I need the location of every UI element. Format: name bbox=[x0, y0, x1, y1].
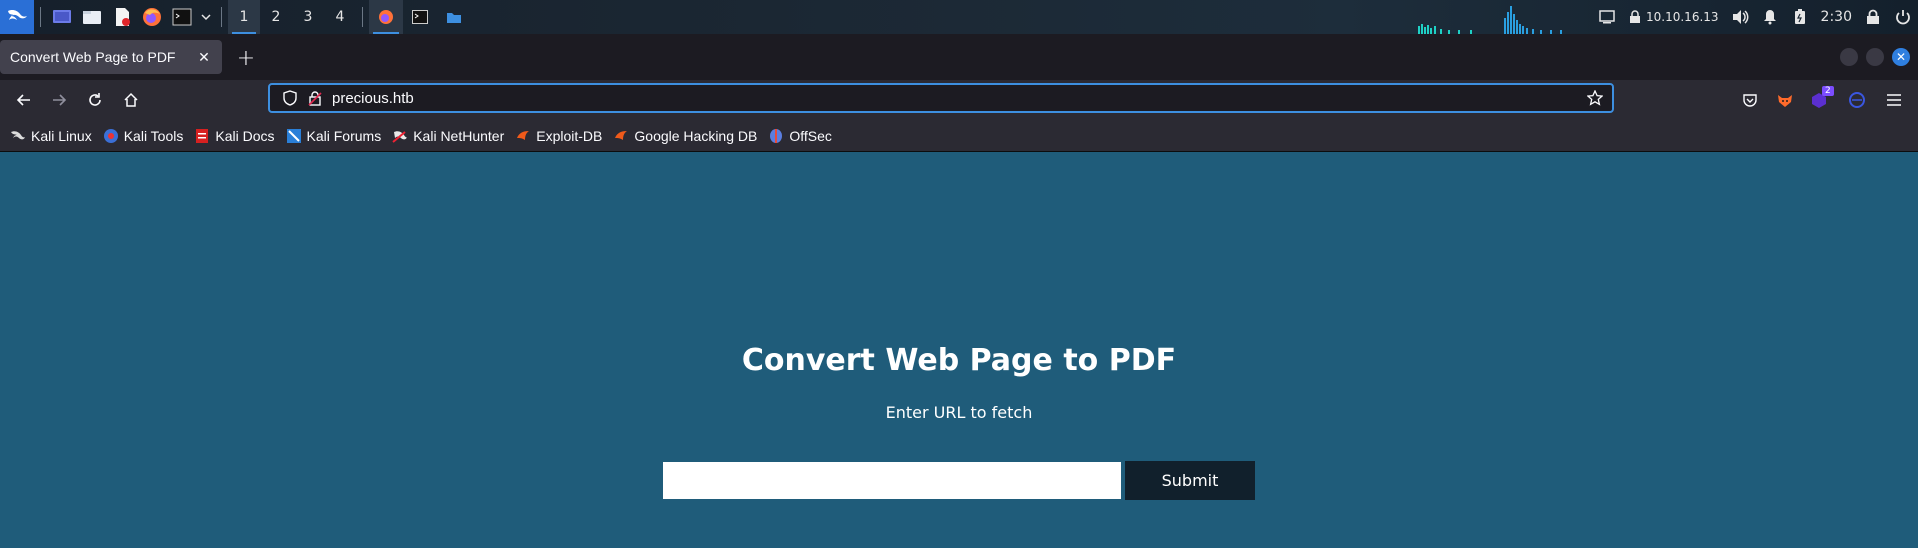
text-editor-icon[interactable] bbox=[107, 0, 137, 34]
workspace-1[interactable]: 1 bbox=[228, 0, 260, 34]
workspace-label: 4 bbox=[335, 9, 345, 25]
desktop-icon[interactable] bbox=[47, 0, 77, 34]
home-button[interactable] bbox=[115, 84, 147, 116]
kali-forums-icon bbox=[286, 128, 302, 144]
pocket-button[interactable] bbox=[1733, 84, 1767, 116]
kali-tools-icon bbox=[103, 128, 119, 144]
terminal-icon[interactable] bbox=[167, 0, 197, 34]
bookmark-kali-forums[interactable]: Kali Forums bbox=[286, 127, 382, 144]
system-panel: 1 2 3 4 10.10.16.13 2:30 bbox=[0, 0, 1918, 34]
taskbar-terminal[interactable] bbox=[403, 0, 437, 34]
fox-extension-icon bbox=[1778, 95, 1792, 107]
arrow-left-icon bbox=[16, 94, 30, 106]
tracking-protection-shield-icon[interactable] bbox=[276, 90, 304, 106]
insecure-lock-icon[interactable] bbox=[304, 90, 326, 106]
network-activity-graph bbox=[1418, 6, 1562, 34]
firefox-icon bbox=[379, 10, 393, 24]
notifications-bell-icon[interactable] bbox=[1755, 0, 1785, 34]
workspace-3[interactable]: 3 bbox=[292, 0, 324, 34]
bookmark-label: Kali Forums bbox=[306, 127, 382, 144]
forward-button[interactable] bbox=[43, 84, 75, 116]
logout-icon[interactable] bbox=[1888, 0, 1918, 34]
workspace-2[interactable]: 2 bbox=[260, 0, 292, 34]
file-manager-icon[interactable] bbox=[77, 0, 107, 34]
maximize-button[interactable] bbox=[1866, 48, 1884, 66]
bookmark-label: Kali NetHunter bbox=[413, 127, 505, 144]
arrow-right-icon bbox=[53, 94, 67, 106]
panel-separator bbox=[221, 7, 222, 27]
close-tab-icon[interactable]: ✕ bbox=[196, 49, 212, 65]
kali-docs-icon bbox=[194, 128, 210, 144]
reload-icon bbox=[89, 93, 101, 106]
vpn-ip-address: 10.10.16.13 bbox=[1646, 10, 1719, 24]
taskbar-firefox[interactable] bbox=[369, 0, 403, 34]
bookmark-exploit-db[interactable]: Exploit-DB bbox=[515, 128, 602, 144]
page-subtitle: Enter URL to fetch bbox=[885, 403, 1033, 422]
hamburger-menu-icon bbox=[1887, 94, 1901, 106]
fetch-url-input[interactable] bbox=[663, 462, 1121, 499]
bookmark-label: Kali Docs bbox=[215, 127, 275, 144]
kali-menu-icon[interactable] bbox=[0, 0, 34, 34]
foxyproxy-extension-button[interactable] bbox=[1768, 84, 1802, 116]
app-menu-button[interactable] bbox=[1877, 84, 1911, 116]
tab-title: Convert Web Page to PDF bbox=[10, 49, 176, 65]
display-icon[interactable] bbox=[1592, 0, 1622, 34]
firefox-icon[interactable] bbox=[137, 0, 167, 34]
clock[interactable]: 2:30 bbox=[1815, 0, 1858, 34]
page-title: Convert Web Page to PDF bbox=[741, 343, 1177, 378]
panel-separator bbox=[40, 7, 41, 27]
new-tab-button[interactable]: + bbox=[232, 44, 260, 72]
bookmark-label: Google Hacking DB bbox=[634, 127, 758, 144]
bookmark-star-icon[interactable] bbox=[1578, 90, 1612, 106]
bookmark-label: Kali Linux bbox=[31, 127, 92, 144]
ghdb-icon bbox=[613, 128, 629, 144]
system-tray: 10.10.16.13 2:30 bbox=[1592, 0, 1918, 34]
workspace-label: 3 bbox=[303, 9, 313, 25]
bookmark-kali-docs[interactable]: Kali Docs bbox=[194, 127, 275, 144]
home-icon bbox=[124, 92, 138, 107]
back-button[interactable] bbox=[8, 84, 40, 116]
volume-icon[interactable] bbox=[1725, 0, 1755, 34]
kali-dragon-icon bbox=[10, 128, 26, 144]
bookmark-label: Kali Tools bbox=[123, 127, 184, 144]
extension-badge: 2 bbox=[1822, 86, 1834, 96]
bookmark-google-hacking-db[interactable]: Google Hacking DB bbox=[613, 128, 757, 144]
battery-icon[interactable] bbox=[1785, 0, 1815, 34]
panel-separator bbox=[362, 7, 363, 27]
globe-extension-icon bbox=[1849, 92, 1865, 108]
tab-active[interactable]: Convert Web Page to PDF ✕ bbox=[0, 40, 222, 74]
nethunter-icon bbox=[392, 128, 408, 144]
terminal-icon bbox=[412, 10, 428, 24]
window-controls: ✕ bbox=[1840, 48, 1910, 66]
extension-button[interactable]: 2 bbox=[1802, 84, 1836, 116]
reload-button[interactable] bbox=[79, 84, 111, 116]
minimize-button[interactable] bbox=[1840, 48, 1858, 66]
bookmark-label: Exploit-DB bbox=[536, 127, 603, 144]
bookmark-kali-linux[interactable]: Kali Linux bbox=[10, 128, 92, 144]
vpn-lock-icon[interactable]: 10.10.16.13 bbox=[1622, 0, 1725, 34]
pocket-icon bbox=[1743, 94, 1757, 107]
lock-screen-icon[interactable] bbox=[1858, 0, 1888, 34]
workspace-label: 1 bbox=[239, 9, 249, 25]
navigation-toolbar: 2 bbox=[0, 80, 1918, 120]
submit-button[interactable]: Submit bbox=[1125, 461, 1255, 500]
page-content: Convert Web Page to PDF Enter URL to fet… bbox=[0, 153, 1918, 548]
bookmark-kali-tools[interactable]: Kali Tools bbox=[103, 127, 184, 144]
close-window-button[interactable]: ✕ bbox=[1892, 48, 1910, 66]
workspace-4[interactable]: 4 bbox=[324, 0, 356, 34]
bookmark-label: OffSec bbox=[789, 127, 832, 144]
bookmarks-toolbar: Kali Linux Kali Tools Kali Docs Kali For… bbox=[0, 120, 1918, 152]
bookmark-offsec[interactable]: OffSec bbox=[768, 128, 832, 144]
url-input[interactable] bbox=[326, 89, 1578, 107]
address-bar[interactable] bbox=[268, 83, 1614, 113]
workspace-label: 2 bbox=[271, 9, 281, 25]
chevron-down-icon[interactable] bbox=[197, 0, 215, 34]
bookmark-kali-nethunter[interactable]: Kali NetHunter bbox=[392, 128, 504, 144]
tab-bar: Convert Web Page to PDF ✕ + ✕ bbox=[0, 34, 1918, 80]
taskbar-folder[interactable] bbox=[437, 0, 471, 34]
wappalyzer-extension-button[interactable] bbox=[1840, 84, 1874, 116]
folder-icon bbox=[447, 13, 461, 23]
exploit-db-icon bbox=[515, 128, 531, 144]
offsec-icon bbox=[768, 128, 784, 144]
